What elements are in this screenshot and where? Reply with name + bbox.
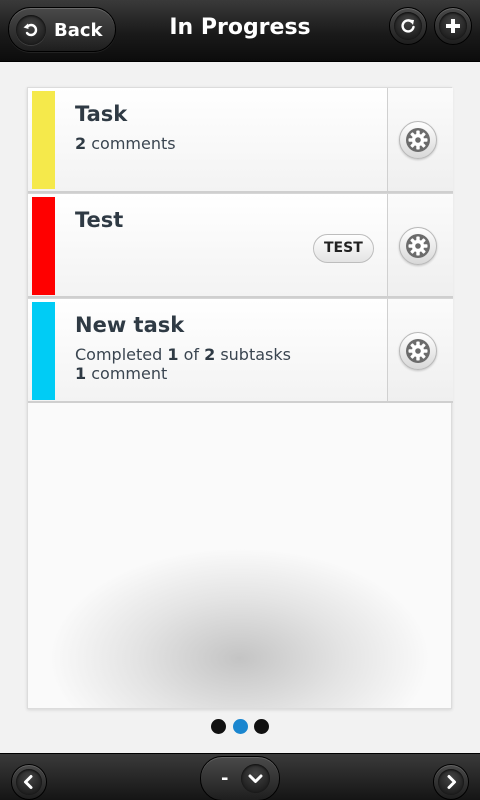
- gear-icon: [406, 339, 430, 363]
- task-tag-badge[interactable]: TEST: [313, 234, 374, 263]
- back-button[interactable]: Back: [8, 7, 116, 52]
- back-arrow-icon: [16, 15, 46, 45]
- task-meta: 2 comments: [75, 134, 176, 153]
- task-settings-cell: [387, 194, 453, 296]
- chevron-right-icon: [447, 775, 456, 789]
- subtask-suffix: subtasks: [215, 345, 291, 364]
- add-task-button[interactable]: [434, 7, 472, 45]
- refresh-icon: [401, 19, 415, 33]
- page-dot[interactable]: [254, 719, 269, 734]
- gear-icon: [406, 234, 430, 258]
- chevron-down-icon: [248, 774, 263, 783]
- task-settings-button[interactable]: [399, 332, 437, 370]
- filter-label: -: [221, 768, 229, 789]
- task-title: Test: [75, 208, 124, 232]
- subtask-of-label: of: [178, 345, 205, 364]
- page-dot-active[interactable]: [233, 719, 248, 734]
- back-button-label: Back: [54, 20, 103, 41]
- task-color-bar: [32, 197, 55, 295]
- subtask-total-count: 2: [204, 345, 216, 364]
- comment-label: comment: [86, 364, 168, 383]
- task-title: Task: [75, 102, 128, 126]
- top-bar: Back In Progress: [0, 0, 480, 62]
- next-page-button[interactable]: [433, 764, 469, 800]
- previous-page-button[interactable]: [11, 764, 47, 800]
- task-panel: Task 2 comments Test TEST New task Compl…: [27, 87, 453, 709]
- subtask-progress: Completed 1 of 2 subtasks: [75, 345, 291, 364]
- filter-dropdown[interactable]: -: [200, 756, 280, 800]
- task-color-bar: [32, 302, 55, 400]
- task-row[interactable]: Task 2 comments: [28, 88, 453, 193]
- chevron-left-icon: [24, 775, 33, 789]
- plus-icon: [446, 19, 460, 33]
- gear-icon: [406, 128, 430, 152]
- page-indicator: [209, 719, 271, 735]
- task-settings-cell: [387, 299, 453, 401]
- refresh-button[interactable]: [389, 7, 427, 45]
- bottom-bar: -: [0, 753, 480, 800]
- subtask-prefix: Completed: [75, 345, 168, 364]
- comment-label: comments: [86, 134, 176, 153]
- task-color-bar: [32, 91, 55, 189]
- task-meta: Completed 1 of 2 subtasks 1 comment: [75, 345, 291, 383]
- task-row[interactable]: New task Completed 1 of 2 subtasks 1 com…: [28, 298, 453, 403]
- page-title: In Progress: [169, 15, 311, 40]
- page-dot[interactable]: [211, 719, 226, 734]
- task-settings-cell: [387, 88, 453, 191]
- task-settings-button[interactable]: [399, 227, 437, 265]
- comment-count: 1: [75, 364, 87, 383]
- task-settings-button[interactable]: [399, 121, 437, 159]
- task-row[interactable]: Test TEST: [28, 193, 453, 298]
- comment-count: 2: [75, 134, 87, 153]
- task-title: New task: [75, 313, 185, 337]
- subtask-done-count: 1: [167, 345, 179, 364]
- task-list: Task 2 comments Test TEST New task Compl…: [28, 88, 453, 403]
- comment-summary: 1 comment: [75, 364, 291, 383]
